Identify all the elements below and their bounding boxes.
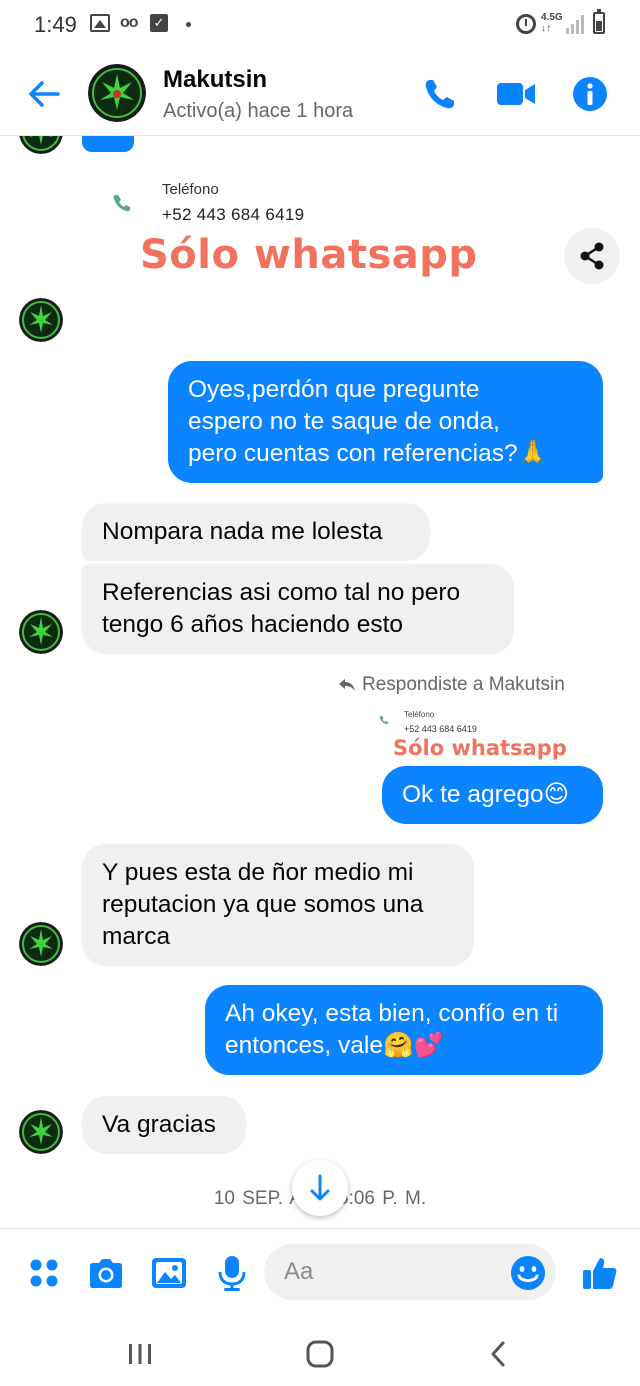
back-button[interactable] [22, 72, 66, 116]
video-camera-icon [497, 83, 535, 105]
card-phone-label: Teléfono [162, 181, 219, 198]
share-button[interactable] [564, 228, 620, 284]
emoji-button[interactable] [508, 1253, 548, 1293]
thumbs-up-icon [583, 1258, 617, 1289]
message-thread[interactable]: Teléfono +52 443 684 6419 Sólo whatsapp … [0, 136, 640, 1226]
status-bar: 1:49 oo ✓ 4.5G ↓↑ [0, 0, 640, 52]
phone-icon [379, 716, 388, 725]
card-title: Sólo whatsapp [140, 232, 478, 278]
contact-avatar[interactable] [88, 64, 146, 122]
quoted-card-title: Sólo whatsapp [393, 736, 567, 760]
more-actions-button[interactable] [24, 1253, 64, 1293]
chevron-left-icon [491, 1341, 505, 1367]
camera-button[interactable] [86, 1253, 126, 1293]
grid-dots-icon [30, 1259, 58, 1287]
received-message-bubble[interactable]: Y pues esta de ñor medio mi reputacion y… [82, 844, 474, 966]
home-icon [306, 1340, 334, 1368]
arrow-down-icon [310, 1174, 330, 1201]
received-message-bubble[interactable]: Va gracias [82, 1096, 246, 1154]
contact-avatar-small[interactable] [19, 1110, 63, 1154]
more-notifications-dot-icon [186, 22, 191, 27]
checkbox-notification-icon: ✓ [150, 14, 168, 32]
recent-apps-icon [129, 1344, 151, 1364]
previous-message-bubble[interactable] [82, 136, 134, 152]
quoted-phone-number: +52 443 684 6419 [404, 724, 477, 734]
smiley-icon [511, 1256, 545, 1290]
quoted-phone-label: Teléfono [404, 710, 435, 719]
phone-icon [425, 80, 454, 109]
reply-arrow-icon [339, 678, 355, 691]
system-navigation-bar [0, 1316, 640, 1386]
voice-call-button[interactable] [420, 74, 460, 114]
voice-message-button[interactable] [212, 1253, 252, 1293]
camera-icon [90, 1259, 122, 1288]
scroll-to-bottom-button[interactable] [292, 1160, 348, 1216]
phone-icon [113, 195, 130, 212]
received-message-bubble[interactable]: Nompara nada me lolesta [82, 503, 430, 561]
image-icon [152, 1258, 186, 1288]
network-type: 4.5G ↓↑ [541, 12, 563, 34]
contact-avatar-small[interactable] [19, 136, 63, 154]
back-arrow-icon [29, 81, 60, 107]
contact-avatar-small[interactable] [19, 922, 63, 966]
gallery-button[interactable] [149, 1253, 189, 1293]
sent-message-bubble[interactable]: Ok te agrego😊 [382, 766, 603, 824]
chat-header: Makutsin Activo(a) hace 1 hora [0, 52, 640, 136]
contact-avatar-small[interactable] [19, 298, 63, 342]
system-back-button[interactable] [478, 1334, 518, 1374]
alarm-icon [516, 14, 536, 34]
info-icon [573, 77, 607, 111]
recent-apps-button[interactable] [120, 1334, 160, 1374]
video-call-button[interactable] [496, 74, 536, 114]
contact-name[interactable]: Makutsin [163, 66, 267, 94]
sent-message-bubble[interactable]: Oyes,perdón que pregunte espero no te sa… [168, 361, 603, 483]
gallery-notification-icon [90, 14, 110, 32]
message-composer [0, 1228, 640, 1316]
microphone-icon [218, 1256, 246, 1291]
reply-indicator: Respondiste a Makutsin [338, 674, 565, 696]
like-button[interactable] [580, 1253, 620, 1293]
sent-message-bubble[interactable]: Ah okey, esta bien, confío en ti entonce… [205, 985, 603, 1075]
home-button[interactable] [300, 1334, 340, 1374]
voicemail-icon: oo [120, 14, 139, 31]
battery-icon [593, 9, 605, 34]
status-time: 1:49 [34, 12, 77, 37]
received-message-bubble[interactable]: Referencias asi como tal no pero tengo 6… [82, 564, 514, 654]
contact-avatar-small[interactable] [19, 610, 63, 654]
card-phone-number: +52 443 684 6419 [162, 205, 305, 224]
signal-icon [566, 14, 586, 34]
conversation-info-button[interactable] [570, 74, 610, 114]
share-icon [580, 242, 604, 270]
contact-active-status: Activo(a) hace 1 hora [163, 100, 354, 122]
